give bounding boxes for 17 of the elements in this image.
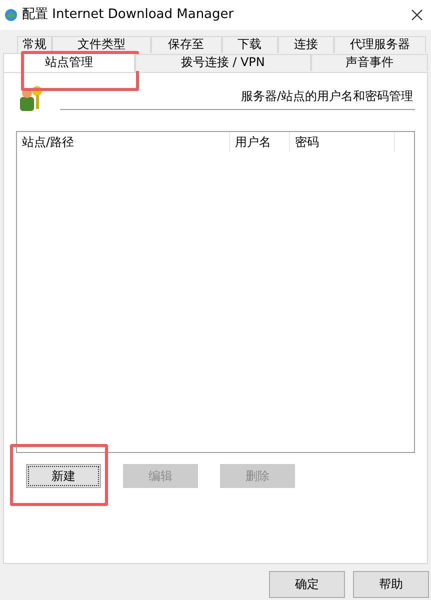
dialog-button[interactable]: 帮助 xyxy=(353,570,429,598)
tab[interactable]: 代理服务器 xyxy=(334,36,426,52)
tab[interactable]: 保存至 xyxy=(150,36,222,52)
tab[interactable]: 下载 xyxy=(222,36,278,52)
tab[interactable]: 文件类型 xyxy=(52,36,151,52)
tab[interactable]: 连接 xyxy=(278,36,334,52)
column-header[interactable]: 站点/路径 xyxy=(17,132,230,152)
window-title: 配置 Internet Download Manager xyxy=(22,6,235,24)
column-header[interactable]: 密码 xyxy=(290,132,395,152)
column-header[interactable]: 用户名 xyxy=(230,132,290,152)
app-icon xyxy=(4,8,18,22)
tab[interactable]: 拨号连接 / VPN xyxy=(134,54,311,70)
dialog-button[interactable]: 确定 xyxy=(269,570,345,598)
action-button[interactable]: 新建 xyxy=(26,464,101,488)
tab[interactable]: 常规 xyxy=(17,36,52,52)
tab[interactable]: 声音事件 xyxy=(310,54,428,70)
section-heading: 服务器/站点的用户名和密码管理 xyxy=(240,88,414,104)
